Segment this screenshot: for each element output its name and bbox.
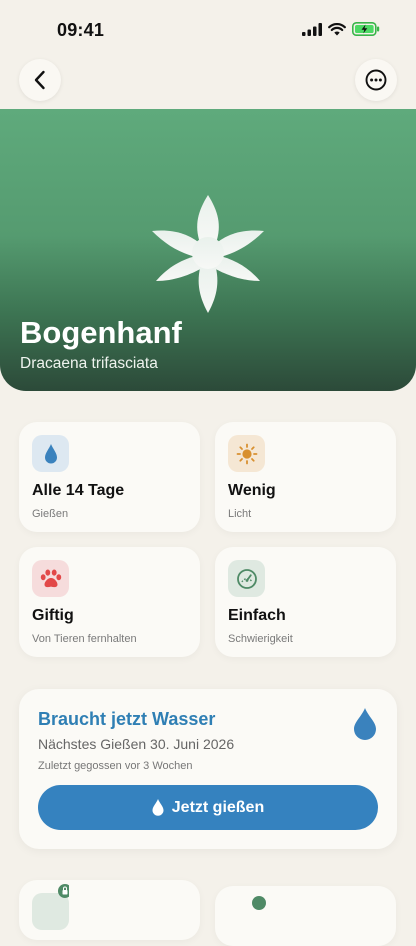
lock-icon (58, 884, 69, 898)
care-card-subtitle: Schwierigkeit (228, 633, 293, 645)
status-time: 09:41 (57, 20, 105, 40)
care-card-subtitle: Von Tieren fernhalten (32, 633, 137, 645)
care-card-light[interactable]: Wenig Licht (215, 422, 396, 532)
paw-icon (40, 569, 61, 587)
more-options-button[interactable] (355, 59, 397, 101)
care-icon-tile (228, 435, 265, 472)
plant-name: Bogenhanf (20, 315, 182, 350)
plant-hero: Bogenhanf Dracaena trifasciata (0, 109, 416, 391)
care-card-subtitle: Licht (228, 508, 252, 520)
water-drop-icon (152, 799, 164, 816)
back-button[interactable] (19, 59, 61, 101)
water-drop-icon (44, 443, 57, 463)
care-card-title: Giftig (32, 607, 74, 624)
care-card-toxicity[interactable]: Giftig Von Tieren fernhalten (19, 547, 200, 657)
water-now-button[interactable]: Jetzt gießen (38, 785, 378, 830)
care-card-title: Wenig (228, 482, 276, 499)
care-icon-tile (32, 560, 69, 597)
status-dot-icon (252, 896, 266, 910)
partial-card-left[interactable] (19, 880, 200, 940)
care-card-watering[interactable]: Alle 14 Tage Gießen (19, 422, 200, 532)
care-card-title: Einfach (228, 607, 286, 624)
last-watered: Zuletzt gegossen vor 3 Wochen (38, 760, 193, 772)
status-bar: 09:41 (0, 0, 416, 60)
ellipsis-circle-icon (365, 69, 387, 91)
next-watering-date: Nächstes Gießen 30. Juni 2026 (38, 736, 235, 752)
water-drop-icon (354, 708, 376, 740)
care-card-subtitle: Gießen (32, 508, 69, 520)
care-card-title: Alle 14 Tage (32, 482, 125, 499)
sun-icon (236, 443, 257, 464)
signal-icon (302, 22, 322, 36)
gauge-icon (236, 568, 257, 589)
care-icon-tile (32, 435, 69, 472)
plant-scientific-name: Dracaena trifasciata (20, 355, 158, 372)
battery-charging-icon (352, 22, 380, 36)
watering-status-title: Braucht jetzt Wasser (38, 709, 216, 729)
partial-card-right[interactable] (215, 886, 396, 946)
watering-card: Braucht jetzt Wasser Nächstes Gießen 30.… (19, 689, 397, 849)
status-icons (302, 22, 380, 36)
care-card-difficulty[interactable]: Einfach Schwierigkeit (215, 547, 396, 657)
care-icon-tile (32, 884, 69, 930)
plant-silhouette-icon (152, 195, 264, 313)
care-icon-tile (228, 560, 265, 597)
water-now-label: Jetzt gießen (171, 798, 265, 816)
wifi-icon (328, 22, 346, 35)
chevron-left-icon (34, 70, 45, 90)
